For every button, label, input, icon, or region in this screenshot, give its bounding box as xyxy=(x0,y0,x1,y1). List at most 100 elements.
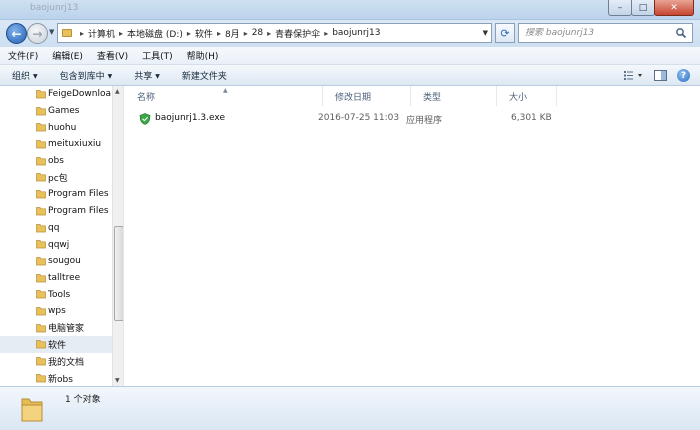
folder-icon xyxy=(62,29,72,37)
folder-icon xyxy=(36,290,46,299)
folder-icon xyxy=(21,398,43,422)
nav-item-label: Program Files xyxy=(48,206,109,217)
search-icon[interactable] xyxy=(675,27,687,39)
preview-pane-button[interactable] xyxy=(654,70,667,81)
breadcrumb-current-folder[interactable]: baojunrj13 xyxy=(332,28,380,38)
nav-item[interactable]: talltree xyxy=(0,270,112,287)
scroll-down-icon[interactable]: ▼ xyxy=(115,377,120,384)
nav-item[interactable]: wps xyxy=(0,303,112,320)
search-box[interactable] xyxy=(518,23,693,43)
arrow-right-icon: → xyxy=(32,26,43,41)
nav-item[interactable]: Program Files xyxy=(0,186,112,203)
file-list: 名称 ▲ 修改日期 类型 大小 baojunrj1.3.exe 2016-07-… xyxy=(125,86,688,386)
nav-item[interactable]: sougou xyxy=(0,253,112,270)
breadcrumb-28[interactable]: 28 xyxy=(252,28,263,38)
chevron-right-icon[interactable]: ▸ xyxy=(324,29,328,38)
menu-file[interactable]: 文件(F) xyxy=(8,49,38,62)
nav-item-label: 我的文档 xyxy=(48,357,85,368)
nav-item[interactable]: 新obs xyxy=(0,370,112,386)
chevron-right-icon[interactable]: ▸ xyxy=(217,29,221,38)
breadcrumb-computer[interactable]: 计算机 xyxy=(88,27,115,40)
refresh-button[interactable]: ⟳ xyxy=(495,23,515,43)
nav-scrollbar[interactable]: ▲ ▼ xyxy=(112,86,123,386)
recent-pages-dropdown[interactable]: ▼ xyxy=(49,28,54,36)
nav-item[interactable]: Program Files xyxy=(0,203,112,220)
breadcrumb-august[interactable]: 8月 xyxy=(225,27,240,40)
address-history-dropdown[interactable]: ▼ xyxy=(483,29,488,37)
column-headers: 名称 ▲ 修改日期 类型 大小 xyxy=(125,86,688,106)
close-button[interactable]: ✕ xyxy=(654,0,694,16)
nav-item[interactable]: qqwj xyxy=(0,236,112,253)
chevron-right-icon[interactable]: ▸ xyxy=(80,29,84,38)
nav-item[interactable]: pc包 xyxy=(0,169,112,186)
nav-tree: FeigeDownloa Games huohu meituxiuxiu obs pc包 P… xyxy=(0,86,112,386)
menu-edit[interactable]: 编辑(E) xyxy=(52,49,83,62)
menu-view[interactable]: 查看(V) xyxy=(97,49,128,62)
chevron-down-icon: ▼ xyxy=(155,72,160,80)
folder-icon xyxy=(36,240,46,249)
column-modified[interactable]: 修改日期 xyxy=(323,86,411,106)
minimize-button[interactable]: – xyxy=(608,0,632,16)
nav-item[interactable]: 我的文档 xyxy=(0,353,112,370)
share-label: 共享 xyxy=(134,71,153,82)
scroll-up-icon[interactable]: ▲ xyxy=(115,88,120,95)
nav-item[interactable]: Tools xyxy=(0,286,112,303)
chevron-right-icon[interactable]: ▸ xyxy=(267,29,271,38)
nav-item-label: wps xyxy=(48,306,66,317)
column-name[interactable]: 名称 ▲ xyxy=(125,86,323,106)
chevron-right-icon[interactable]: ▸ xyxy=(119,29,123,38)
forward-button[interactable]: → xyxy=(27,23,48,44)
file-row[interactable]: baojunrj1.3.exe 2016-07-25 11:03 应用程序 6,… xyxy=(135,110,555,128)
scroll-thumb[interactable] xyxy=(114,226,123,321)
nav-item-label: sougou xyxy=(48,256,81,267)
column-size[interactable]: 大小 xyxy=(497,86,557,106)
menu-tools[interactable]: 工具(T) xyxy=(142,49,173,62)
nav-item[interactable]: 软件 xyxy=(0,336,112,353)
breadcrumb-drive-d[interactable]: 本地磁盘 (D:) xyxy=(127,27,183,40)
window-title: baojunrj13 xyxy=(30,3,79,13)
nav-item[interactable]: huohu xyxy=(0,119,112,136)
sort-up-icon: ▲ xyxy=(223,87,228,94)
details-pane: 1 个对象 xyxy=(0,386,700,430)
folder-icon xyxy=(36,190,46,199)
nav-item-label: Games xyxy=(48,106,80,117)
nav-item-label: huohu xyxy=(48,122,77,133)
breadcrumb-software[interactable]: 软件 xyxy=(195,27,213,40)
share-button[interactable]: 共享 ▼ xyxy=(134,69,160,82)
chevron-right-icon[interactable]: ▸ xyxy=(187,29,191,38)
address-row: ← → ▼ ▸ 计算机 ▸ 本地磁盘 (D:) ▸ 软件 ▸ 8月 ▸ 28 ▸… xyxy=(0,20,700,47)
organize-button[interactable]: 组织 ▼ xyxy=(12,69,38,82)
nav-item[interactable]: FeigeDownloa xyxy=(0,86,112,103)
file-modified: 2016-07-25 11:03 xyxy=(318,113,400,123)
nav-item[interactable]: Games xyxy=(0,103,112,120)
breadcrumb-youth-protection[interactable]: 青春保护伞 xyxy=(275,27,320,40)
chevron-right-icon[interactable]: ▸ xyxy=(244,29,248,38)
include-in-library-button[interactable]: 包含到库中 ▼ xyxy=(60,69,113,82)
folder-icon xyxy=(36,206,46,216)
change-view-button[interactable] xyxy=(624,70,644,81)
nav-item-label: 新obs xyxy=(48,374,73,385)
chevron-down-icon: ▼ xyxy=(107,72,113,80)
nav-item-label: FeigeDownloa xyxy=(48,89,111,100)
maximize-button[interactable]: □ xyxy=(631,0,655,16)
column-name-label: 名称 xyxy=(137,92,156,103)
search-input[interactable] xyxy=(525,28,675,38)
menu-bar: 文件(F) 编辑(E) 查看(V) 工具(T) 帮助(H) xyxy=(0,47,700,65)
folder-icon xyxy=(36,257,46,266)
nav-item[interactable]: 电脑管家 xyxy=(0,320,112,337)
nav-item[interactable]: obs xyxy=(0,153,112,170)
nav-item[interactable]: qq xyxy=(0,220,112,237)
shield-app-icon xyxy=(139,113,151,125)
help-icon[interactable]: ? xyxy=(677,69,690,82)
address-bar[interactable]: ▸ 计算机 ▸ 本地磁盘 (D:) ▸ 软件 ▸ 8月 ▸ 28 ▸ 青春保护伞… xyxy=(57,23,492,43)
back-button[interactable]: ← xyxy=(6,23,27,44)
nav-item[interactable]: meituxiuxiu xyxy=(0,136,112,153)
nav-item-label: meituxiuxiu xyxy=(48,139,102,150)
column-type[interactable]: 类型 xyxy=(411,86,497,106)
organize-label: 组织 xyxy=(12,71,31,82)
new-folder-button[interactable]: 新建文件夹 xyxy=(182,69,227,82)
menu-help[interactable]: 帮助(H) xyxy=(187,49,219,62)
refresh-icon: ⟳ xyxy=(500,26,510,40)
nav-item-label: pc包 xyxy=(48,174,68,185)
item-count: 1 个对象 xyxy=(65,395,101,405)
